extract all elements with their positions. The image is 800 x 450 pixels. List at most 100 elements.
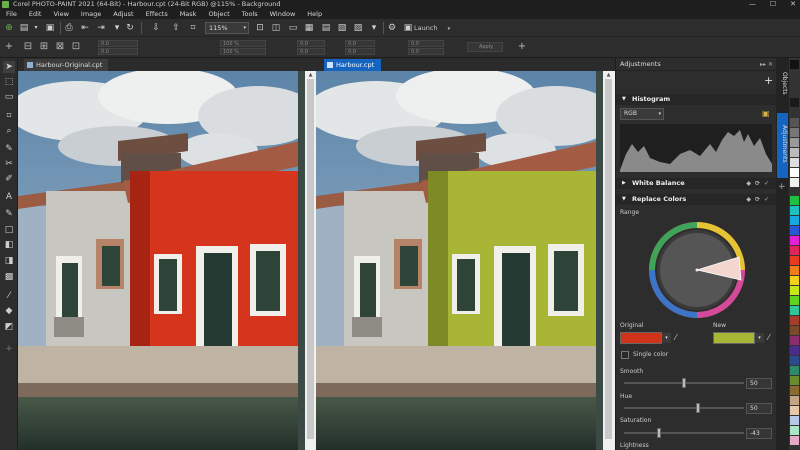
brush-tool-icon[interactable]: ✐ — [3, 173, 15, 185]
retouch-tool-icon[interactable]: ✂ — [3, 158, 15, 170]
fill-tool-icon[interactable]: ◧ — [3, 239, 15, 251]
launch-icon[interactable]: ▣ — [402, 22, 414, 34]
saturation-slider-knob[interactable] — [657, 428, 661, 438]
add-tool-icon[interactable]: + — [3, 343, 15, 355]
hue-value-field[interactable]: 50 — [746, 403, 772, 414]
palette-swatch[interactable] — [790, 356, 799, 365]
maximize-button[interactable]: ☐ — [770, 0, 776, 9]
palette-swatch[interactable] — [790, 436, 799, 445]
palette-swatch[interactable] — [790, 366, 799, 375]
hue-slider-knob[interactable] — [696, 403, 700, 413]
rectangle-tool-icon[interactable]: □ — [3, 224, 15, 236]
add-docker-icon[interactable]: + — [778, 182, 786, 192]
align-left-icon[interactable]: ⊟ — [22, 41, 34, 53]
palette-swatch[interactable] — [790, 296, 799, 305]
menu-tools[interactable]: Tools — [236, 9, 264, 19]
smooth-slider[interactable] — [624, 377, 744, 389]
palette-swatch[interactable] — [790, 396, 799, 405]
edited-view-scrollbar[interactable]: ▲ — [603, 71, 615, 450]
original-color-swatch[interactable]: ▾ — [620, 332, 671, 344]
show-mask-icon[interactable]: ▨ — [352, 22, 364, 34]
scroll-thumb[interactable] — [605, 79, 612, 439]
pick-tool-icon[interactable]: ➤ — [3, 61, 15, 73]
menu-view[interactable]: View — [47, 9, 74, 19]
color-swatch-icon[interactable]: ◩ — [3, 321, 15, 333]
rectangle-mask-icon[interactable]: ▭ — [3, 91, 15, 103]
text-tool-icon[interactable]: A — [3, 191, 15, 203]
palette-swatch[interactable] — [790, 118, 799, 127]
menu-window[interactable]: Window — [264, 9, 302, 19]
single-color-checkbox[interactable] — [621, 351, 629, 359]
palette-swatch[interactable] — [790, 286, 799, 295]
center-y-field[interactable]: 0.0 — [345, 48, 375, 55]
panel-options-icon[interactable]: ▸▸ ✕ — [760, 58, 773, 71]
palette-swatch[interactable] — [790, 426, 799, 435]
zoom-level-select[interactable]: 115% ▾ — [205, 22, 249, 34]
mask-transform-icon[interactable]: ⬚ — [3, 76, 15, 88]
open-dropdown-icon[interactable]: ▾ — [30, 22, 42, 34]
rulers-icon[interactable]: ▤ — [320, 22, 332, 34]
print-icon[interactable]: ⎙ — [63, 22, 75, 34]
add-preset-icon[interactable]: + — [516, 41, 528, 53]
tab-harbour[interactable]: Harbour.cpt — [324, 59, 381, 71]
align-center-icon[interactable]: ⊞ — [38, 41, 50, 53]
palette-swatch[interactable] — [790, 158, 799, 167]
color-eyedropper-icon[interactable]: ⁄ — [3, 290, 15, 302]
scroll-up-icon[interactable]: ▲ — [603, 71, 614, 79]
palette-swatch[interactable] — [790, 226, 799, 235]
new-color-swatch[interactable]: ▾ — [713, 332, 764, 344]
white-balance-section-header[interactable]: ▶ White Balance ◆⟳✓ — [616, 178, 777, 189]
offset-y-field[interactable]: 0.0 — [408, 48, 444, 55]
palette-swatch[interactable] — [790, 416, 799, 425]
saturation-value-field[interactable]: -43 — [746, 428, 772, 439]
palette-swatch[interactable] — [790, 266, 799, 275]
tab-harbour-original[interactable]: Harbour-Original.cpt — [24, 59, 108, 71]
interactive-fill-icon[interactable]: ◆ — [3, 305, 15, 317]
original-image-view[interactable] — [18, 71, 305, 450]
center-x-field[interactable]: 0.0 — [345, 40, 375, 47]
transparency-tool-icon[interactable]: ▩ — [3, 271, 15, 283]
undo-icon[interactable]: ⇤ — [79, 22, 91, 34]
histogram-section-header[interactable]: ▼ Histogram — [616, 94, 777, 105]
section-controls-icon[interactable]: ◆⟳✓ — [746, 194, 773, 205]
save-icon[interactable]: ▣ — [44, 22, 56, 34]
menu-mask[interactable]: Mask — [174, 9, 203, 19]
menu-adjust[interactable]: Adjust — [107, 9, 139, 19]
palette-swatch[interactable] — [790, 98, 799, 107]
skew-field[interactable]: 0.0 — [297, 48, 325, 55]
smooth-slider-knob[interactable] — [682, 378, 686, 388]
menu-edit[interactable]: Edit — [23, 9, 48, 19]
hue-slider[interactable] — [624, 402, 744, 414]
close-button[interactable]: ✕ — [790, 0, 796, 9]
grid-icon[interactable]: ▦ — [303, 22, 315, 34]
palette-swatch[interactable] — [790, 276, 799, 285]
palette-swatch[interactable] — [790, 108, 799, 117]
open-icon[interactable]: ▤ — [18, 22, 30, 34]
crop-icon[interactable]: ⌗ — [187, 22, 199, 34]
palette-swatch[interactable] — [790, 196, 799, 205]
position-x-field[interactable]: 0.0 — [98, 40, 138, 47]
export-icon[interactable]: ⇧ — [170, 22, 182, 34]
paint-tool-icon[interactable]: ✎ — [3, 208, 15, 220]
position-y-field[interactable]: 0.0 — [98, 48, 138, 55]
fit-page-icon[interactable]: ⊡ — [254, 22, 266, 34]
histogram-warning-icon[interactable]: ▣ — [762, 109, 770, 118]
menu-image[interactable]: Image — [75, 9, 107, 19]
menu-object[interactable]: Object — [202, 9, 235, 19]
zoom-tool-icon[interactable]: ⌕ — [3, 125, 15, 137]
offset-x-field[interactable]: 0.0 — [408, 40, 444, 47]
launch-dropdown[interactable]: Launch ▾ — [414, 22, 452, 34]
scroll-thumb[interactable] — [307, 79, 314, 439]
menu-help[interactable]: Help — [301, 9, 328, 19]
palette-swatch[interactable] — [790, 326, 799, 335]
guidelines-icon[interactable]: ▧ — [336, 22, 348, 34]
menu-effects[interactable]: Effects — [140, 9, 174, 19]
edited-image-view[interactable] — [316, 71, 603, 450]
palette-swatch[interactable] — [790, 216, 799, 225]
add-icon[interactable]: + — [3, 41, 15, 53]
replace-colors-section-header[interactable]: ▼ Replace Colors ◆⟳✓ — [616, 194, 777, 205]
palette-swatch[interactable] — [790, 168, 799, 177]
distribute-icon[interactable]: ⊡ — [70, 41, 82, 53]
options-gear-icon[interactable]: ⚙ — [386, 22, 398, 34]
palette-swatch[interactable] — [790, 236, 799, 245]
